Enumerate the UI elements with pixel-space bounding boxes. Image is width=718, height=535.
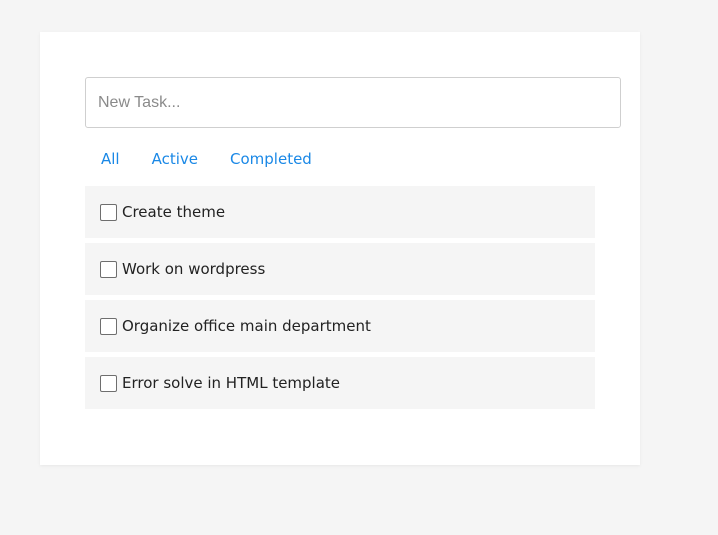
- task-checkbox[interactable]: [100, 374, 117, 392]
- task-list: Create theme Work on wordpress Organize …: [85, 186, 595, 414]
- filter-completed-link[interactable]: Completed: [230, 150, 312, 168]
- todo-card: All Active Completed Create theme Work o…: [40, 32, 640, 465]
- task-item: Work on wordpress: [85, 243, 595, 295]
- task-item: Error solve in HTML template: [85, 357, 595, 409]
- task-label: Organize office main department: [122, 317, 371, 335]
- filter-active-link[interactable]: Active: [152, 150, 198, 168]
- task-item: Organize office main department: [85, 300, 595, 352]
- task-checkbox[interactable]: [100, 260, 117, 278]
- filter-bar: All Active Completed: [101, 148, 344, 170]
- filter-all-link[interactable]: All: [101, 150, 120, 168]
- task-label: Create theme: [122, 203, 226, 221]
- new-task-input[interactable]: [85, 77, 621, 128]
- task-label: Work on wordpress: [122, 260, 266, 278]
- task-item: Create theme: [85, 186, 595, 238]
- task-checkbox[interactable]: [100, 317, 117, 335]
- task-checkbox[interactable]: [100, 203, 117, 221]
- task-label: Error solve in HTML template: [122, 374, 341, 392]
